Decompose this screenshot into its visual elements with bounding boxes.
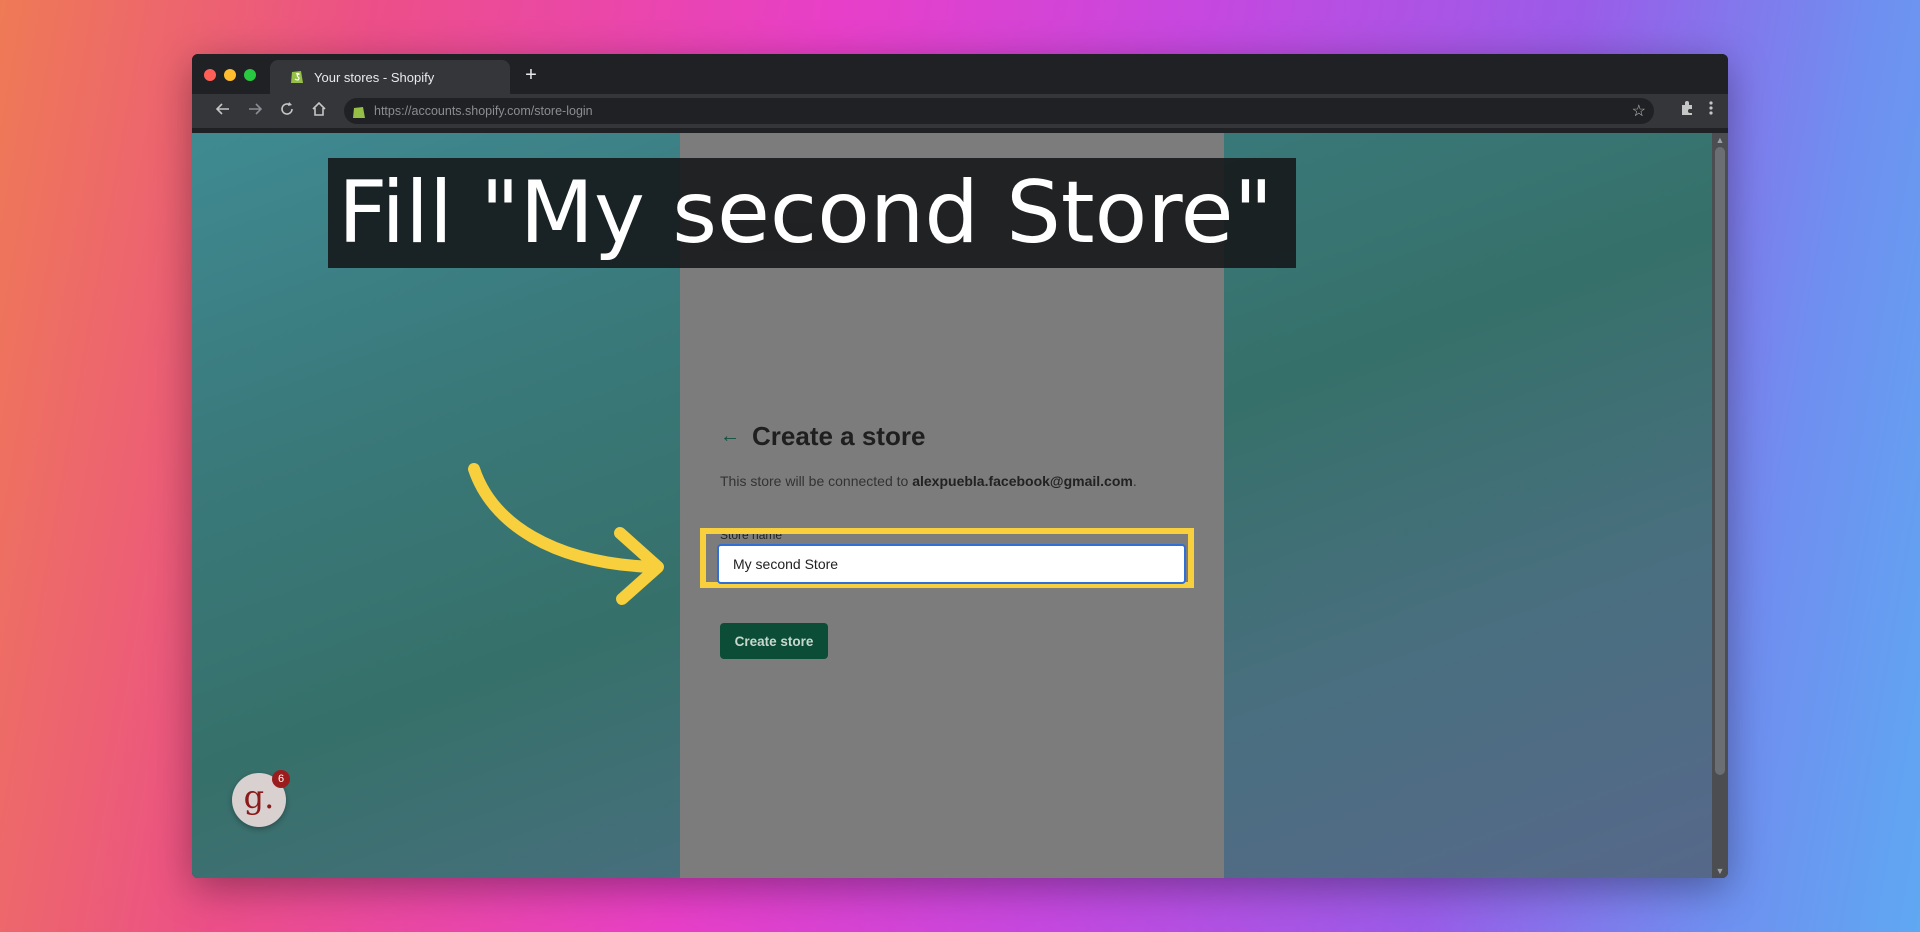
account-email: alexpuebla.facebook@gmail.com (912, 473, 1133, 489)
page-scrollbar[interactable]: ▲ ▼ (1712, 133, 1728, 878)
scrollbar-thumb[interactable] (1715, 147, 1725, 775)
browser-toolbar: https://accounts.shopify.com/store-login… (192, 94, 1728, 128)
extensions-icon[interactable] (1676, 100, 1698, 122)
star-icon[interactable]: ☆ (1632, 101, 1646, 121)
scroll-up-icon[interactable]: ▲ (1715, 135, 1725, 145)
tab-title: Your stores - Shopify (314, 69, 435, 85)
create-store-button[interactable]: Create store (720, 623, 828, 659)
subtitle-prefix: This store will be connected to (720, 473, 913, 489)
instruction-caption: Fill "My second Store" (328, 158, 1296, 268)
browser-tab[interactable]: Your stores - Shopify (270, 60, 510, 94)
maximize-window-button[interactable] (244, 69, 256, 81)
store-connection-text: This store will be connected to alexpueb… (720, 473, 1137, 489)
scroll-down-icon[interactable]: ▼ (1715, 866, 1725, 876)
notification-badge: 6 (272, 770, 290, 788)
shopify-icon (290, 68, 304, 87)
back-icon[interactable] (212, 100, 234, 122)
reload-icon[interactable] (276, 100, 298, 122)
back-arrow-icon[interactable]: ← (720, 425, 740, 448)
close-window-button[interactable] (204, 69, 216, 81)
store-name-input[interactable] (717, 544, 1186, 584)
pointer-arrow-icon (468, 463, 664, 605)
subtitle-suffix: . (1132, 473, 1137, 489)
home-icon[interactable] (308, 100, 330, 122)
new-tab-button[interactable]: + (518, 62, 544, 88)
browser-window: Your stores - Shopify + https://accounts… (192, 54, 1728, 878)
menu-icon[interactable] (1700, 100, 1722, 122)
forward-icon[interactable] (244, 100, 266, 122)
lock-icon (352, 104, 366, 124)
url-text: https://accounts.shopify.com/store-login (374, 104, 593, 118)
address-bar[interactable]: https://accounts.shopify.com/store-login… (344, 98, 1654, 124)
page-viewport: ← Create a store This store will be conn… (192, 133, 1712, 878)
page-title: Create a store (752, 421, 926, 451)
title-bar: Your stores - Shopify + (192, 54, 1728, 94)
minimize-window-button[interactable] (224, 69, 236, 81)
